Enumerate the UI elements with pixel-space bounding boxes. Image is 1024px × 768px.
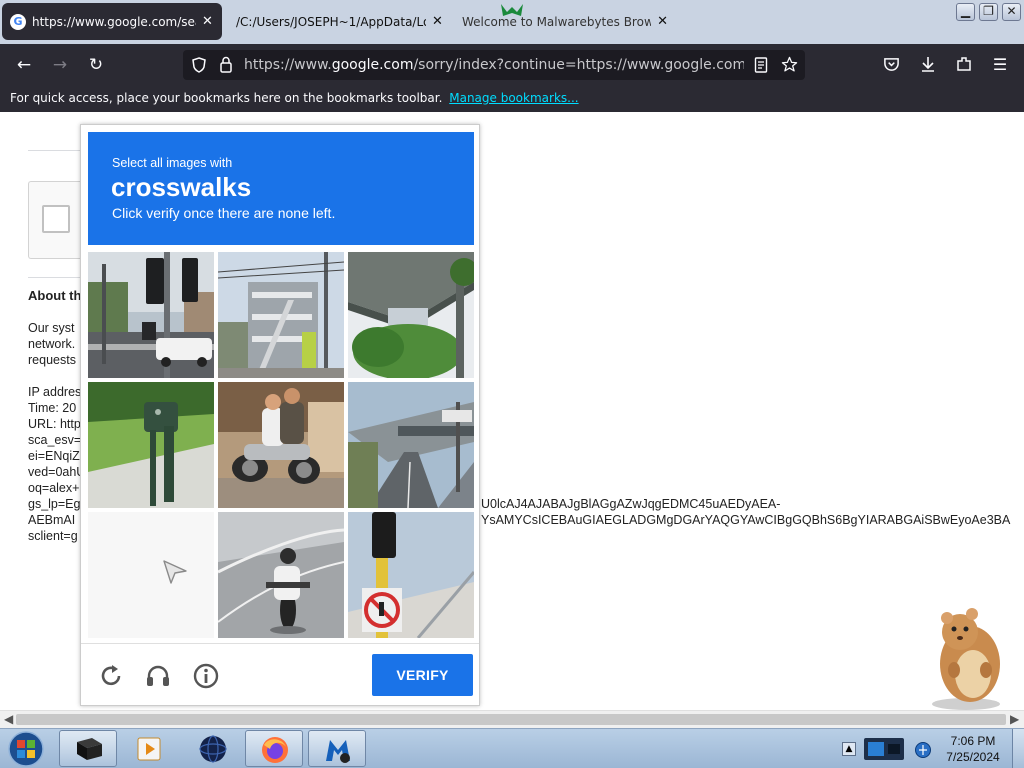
detail-line: oq=alex+ <box>28 481 80 495</box>
tab-close-icon[interactable]: ✕ <box>432 14 443 29</box>
page-paragraph-line: Our syst <box>28 321 75 335</box>
tray-device-icon[interactable] <box>862 734 912 764</box>
downloads-icon[interactable] <box>919 55 937 73</box>
info-icon[interactable] <box>192 662 220 690</box>
captcha-tile-mailbox[interactable] <box>88 382 214 508</box>
captcha-target: crosswalks <box>111 172 252 202</box>
scrollbar-thumb[interactable] <box>16 714 1006 725</box>
globe-icon <box>199 735 227 763</box>
navigation-toolbar: ← → ↻ https://www.google.com/sorry/index… <box>0 44 1024 86</box>
show-hidden-icons-button[interactable]: ▲ <box>842 742 856 756</box>
recaptcha-widget <box>28 181 88 259</box>
dark-window-icon <box>77 738 102 760</box>
reload-challenge-icon[interactable] <box>97 662 125 690</box>
tab-local-file[interactable]: /C:/Users/JOSEPH~1/AppData/Loca ✕ <box>232 3 452 40</box>
clock-time: 7:06 PM <box>950 734 996 748</box>
bookmarks-toolbar: For quick access, place your bookmarks h… <box>0 86 1024 112</box>
tab-bar: G https://www.google.com/search? ✕ /C:/U… <box>0 0 1024 44</box>
captcha-instruction: Select all images with <box>112 156 233 170</box>
reload-icon[interactable]: ↻ <box>83 52 109 78</box>
firefox-icon <box>262 737 288 763</box>
tab-google-search[interactable]: G https://www.google.com/search? ✕ <box>2 3 222 40</box>
captcha-tile-building-stairs[interactable] <box>218 252 344 378</box>
tab-title: https://www.google.com/search? <box>32 14 196 29</box>
windows-taskbar: ▲ 7:06 PM 7/25/2024 <box>0 728 1024 768</box>
network-icon[interactable] <box>914 741 932 759</box>
page-paragraph-line: network. <box>28 337 76 351</box>
shield-icon[interactable] <box>191 57 207 73</box>
close-window-button[interactable]: ✕ <box>1002 3 1021 21</box>
tab-malwarebytes[interactable]: Welcome to Malwarebytes Browser ✕ <box>458 3 668 40</box>
forward-arrow-icon[interactable]: → <box>47 52 73 78</box>
detail-line: sclient=g <box>28 529 78 543</box>
detail-line: ei=ENqiZ <box>28 449 80 463</box>
hamster-mascot <box>932 608 1000 710</box>
url-text[interactable]: https://www.google.com/sorry/index?conti… <box>244 57 744 73</box>
captcha-tile-empty[interactable] <box>88 512 214 638</box>
tab-title: Welcome to Malwarebytes Browser <box>462 14 652 29</box>
about-heading: About th <box>28 288 82 303</box>
captcha-footer-divider <box>81 643 479 644</box>
detail-line: gs_lp=Eg <box>28 497 81 511</box>
show-desktop-button[interactable] <box>1012 729 1024 768</box>
system-clock[interactable]: 7:06 PM 7/25/2024 <box>938 733 1008 765</box>
bookmarks-message: For quick access, place your bookmarks h… <box>10 91 443 105</box>
google-favicon-icon: G <box>10 13 26 30</box>
pocket-icon[interactable] <box>883 56 900 73</box>
back-arrow-icon[interactable]: ← <box>11 52 37 78</box>
menu-hamburger-icon[interactable]: ☰ <box>987 52 1013 78</box>
screen: G https://www.google.com/search? ✕ /C:/U… <box>0 0 1024 768</box>
tab-title: /C:/Users/JOSEPH~1/AppData/Loca <box>236 14 426 29</box>
captcha-tile-motorcyclist-road[interactable] <box>218 512 344 638</box>
start-orb-icon[interactable] <box>6 730 46 768</box>
page-paragraph-line: requests <box>28 353 76 367</box>
detail-line: sca_esv= <box>28 433 82 447</box>
detail-line-tail: U0lcAJ4AJABAJgBlAGgAZwJqgEDMC45uAEDyAEA- <box>481 497 781 511</box>
tab-close-icon[interactable]: ✕ <box>657 14 668 29</box>
taskbar-media-player-app[interactable] <box>122 730 180 767</box>
captcha-tile-motorcycle-riders[interactable] <box>218 382 344 508</box>
detail-line-tail: YsAMYCsICEBAuGIAEGLADGMgDGArYAQGYAwCIBgG… <box>481 513 1011 527</box>
malwarebytes-icon <box>326 740 350 763</box>
manage-bookmarks-link[interactable]: Manage bookmarks... <box>449 91 578 105</box>
horizontal-scrollbar[interactable]: ◀ ▶ <box>0 710 1024 728</box>
detail-line: AEBmAI <box>28 513 76 527</box>
lock-icon[interactable] <box>219 56 233 73</box>
captcha-challenge-popup: Select all images with crosswalks Click … <box>80 124 480 706</box>
malwarebytes-bug-icon <box>501 4 523 16</box>
reader-view-icon[interactable] <box>754 57 768 73</box>
url-bar[interactable]: https://www.google.com/sorry/index?conti… <box>183 50 805 80</box>
tab-close-icon[interactable]: ✕ <box>202 14 213 29</box>
scroll-left-arrow-icon[interactable]: ◀ <box>4 712 13 726</box>
bookmark-star-icon[interactable] <box>781 56 798 73</box>
mid-divider <box>28 277 88 278</box>
detail-ip: IP addres <box>28 385 82 399</box>
captcha-header: Select all images with crosswalks Click … <box>88 132 474 245</box>
audio-challenge-icon[interactable] <box>144 662 172 690</box>
verify-button[interactable]: VERIFY <box>372 654 473 696</box>
clock-date: 7/25/2024 <box>946 750 1000 764</box>
top-divider <box>28 150 88 151</box>
minimize-button[interactable]: ▁ <box>956 3 975 21</box>
taskbar-globe-app[interactable] <box>184 730 242 767</box>
detail-time: Time: 20 <box>28 401 77 415</box>
captcha-tile-elevated-highway[interactable] <box>348 252 474 378</box>
scroll-right-arrow-icon[interactable]: ▶ <box>1010 712 1019 726</box>
taskbar-firefox-app[interactable] <box>245 730 303 767</box>
taskbar-malwarebytes-app[interactable] <box>308 730 366 767</box>
mouse-pointer-icon <box>163 560 187 584</box>
captcha-tile-traffic-lights[interactable] <box>88 252 214 378</box>
media-player-icon <box>137 737 161 761</box>
captcha-tile-traffic-signal[interactable] <box>348 512 474 638</box>
captcha-tile-road-overpass[interactable] <box>348 382 474 508</box>
extensions-icon[interactable] <box>955 55 973 73</box>
detail-line: ved=0ahU <box>28 465 86 479</box>
maximize-button[interactable]: ❐ <box>979 3 998 21</box>
captcha-subtext: Click verify once there are none left. <box>112 205 336 221</box>
detail-url: URL: http <box>28 417 81 431</box>
taskbar-dark-window-app[interactable] <box>59 730 117 767</box>
recaptcha-checkbox[interactable] <box>42 205 70 233</box>
